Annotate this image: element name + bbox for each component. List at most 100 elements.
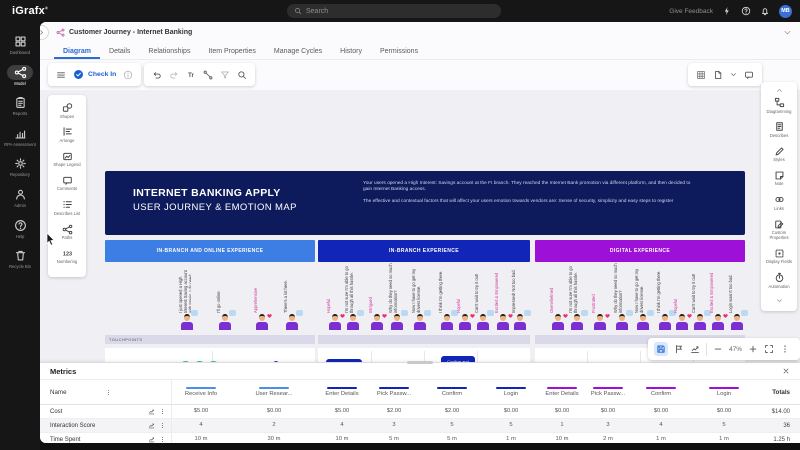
persona-figure[interactable] (658, 310, 676, 331)
filter-icon[interactable] (220, 70, 230, 80)
persona-figure[interactable] (476, 310, 494, 331)
grid-view-icon[interactable] (696, 70, 706, 80)
persona-figure[interactable] (390, 310, 408, 331)
persona-figure[interactable] (570, 310, 588, 331)
persona-figure[interactable] (328, 314, 345, 331)
sidebar-item-recycle-bin[interactable]: Recycle Bin (0, 248, 40, 270)
persona-figure[interactable] (440, 310, 458, 331)
sidebar-item-dashboard[interactable]: Dashboard (0, 34, 40, 56)
zoom-in-icon[interactable] (748, 344, 758, 354)
bell-icon[interactable] (760, 6, 770, 16)
redo-icon[interactable] (169, 70, 179, 80)
avatar[interactable]: MB (779, 4, 792, 18)
kebab-menu-icon[interactable] (159, 436, 166, 443)
diagram-canvas[interactable]: INTERNET BANKING APPLY USER JOURNEY & EM… (40, 90, 800, 428)
persona-figure[interactable] (285, 310, 303, 331)
palette-item-comments[interactable]: Comments (50, 175, 84, 192)
palette-item-custom-properties[interactable]: Custom Properties (762, 219, 796, 241)
persona-figure[interactable] (551, 314, 568, 331)
persona-figure[interactable] (711, 314, 728, 331)
collapse-panel-button[interactable] (40, 25, 49, 40)
palette-item-links[interactable]: Links (762, 194, 796, 211)
info-icon[interactable] (123, 70, 133, 80)
touchpoints-segment[interactable] (318, 335, 530, 344)
palette-item-arrange[interactable]: Arrange (50, 126, 84, 143)
tab-history[interactable]: History (331, 48, 371, 59)
page-setup-icon[interactable] (713, 70, 723, 80)
bolt-icon[interactable] (722, 6, 732, 16)
check-in-icon[interactable] (73, 69, 84, 80)
palette-item-diagramming[interactable]: Diagramming (762, 97, 796, 114)
sidebar-item-reports[interactable]: Reports (0, 95, 40, 117)
persona-figure[interactable] (730, 310, 748, 331)
tab-permissions[interactable]: Permissions (371, 48, 427, 59)
connector-tool-icon[interactable] (203, 70, 213, 80)
palette-item-describes-list[interactable]: Describes List (50, 199, 84, 216)
persona-figure[interactable] (346, 310, 364, 331)
zoom-out-icon[interactable] (713, 344, 723, 354)
band-in-branch-experience[interactable]: IN-BRANCH EXPERIENCE (318, 240, 530, 262)
more-options-icon[interactable] (780, 344, 790, 354)
kebab-menu-icon[interactable] (159, 422, 166, 429)
persona-figure[interactable] (180, 310, 198, 331)
metric-chart-icon[interactable] (148, 436, 155, 443)
persona-figure[interactable] (255, 314, 272, 331)
persona-figure[interactable] (413, 310, 431, 331)
chevron-down-icon[interactable] (730, 71, 737, 78)
metric-chart-icon[interactable] (148, 422, 155, 429)
text-tool-icon[interactable]: Tr (186, 70, 196, 80)
palette-item-shapes[interactable]: Shapes (50, 102, 84, 119)
palette-item-paths[interactable]: Paths (50, 224, 84, 241)
sidebar-item-rpa-assessment[interactable]: RPA Assessment (0, 126, 40, 148)
comment-panel-icon[interactable] (744, 70, 754, 80)
touchpoints-segment[interactable]: TOUCHPOINTS (105, 335, 315, 344)
sidebar-item-admin[interactable]: Admin (0, 187, 40, 209)
palette-item-numbering[interactable]: 123 Numbering (50, 248, 84, 265)
persona-figure[interactable] (693, 310, 711, 331)
fit-screen-icon[interactable] (764, 344, 774, 354)
panel-drag-handle[interactable] (407, 361, 433, 364)
persona-figure[interactable] (370, 314, 387, 331)
check-in-button[interactable]: Check In (88, 71, 116, 78)
metric-chart-icon[interactable] (148, 408, 155, 415)
chart-icon[interactable] (690, 344, 700, 354)
persona-figure[interactable] (496, 314, 513, 331)
tab-diagram[interactable]: Diagram (54, 48, 101, 59)
persona-figure[interactable] (593, 314, 610, 331)
palette-item-display-fields[interactable]: Display Fields (762, 248, 796, 265)
chevron-down-icon[interactable] (775, 297, 784, 304)
persona-figure[interactable] (636, 310, 654, 331)
close-icon[interactable] (782, 367, 790, 375)
palette-item-automation[interactable]: Automation (762, 272, 796, 289)
sidebar-item-model[interactable]: Model (0, 64, 40, 87)
save-icon[interactable] (654, 342, 668, 356)
global-search-input[interactable]: Search (287, 4, 501, 18)
tab-item-properties[interactable]: Item Properties (199, 48, 264, 59)
persona-figure[interactable] (218, 310, 236, 331)
diagram-title-banner[interactable]: INTERNET BANKING APPLY USER JOURNEY & EM… (105, 171, 745, 235)
give-feedback-link[interactable]: Give Feedback (669, 8, 713, 15)
persona-figure[interactable] (675, 314, 692, 331)
search-diagram-icon[interactable] (237, 70, 247, 80)
persona-figure[interactable] (615, 310, 633, 331)
flag-icon[interactable] (674, 344, 684, 354)
palette-item-shape-legend[interactable]: Shape Legend (50, 151, 84, 168)
chevron-down-icon[interactable] (783, 28, 792, 37)
band-in-branch-and-online-experience[interactable]: IN-BRANCH AND ONLINE EXPERIENCE (105, 240, 315, 262)
tab-details[interactable]: Details (100, 48, 139, 59)
sidebar-item-help[interactable]: Help (0, 218, 40, 240)
palette-item-note[interactable]: Note (762, 170, 796, 187)
persona-figure[interactable] (458, 314, 475, 331)
zoom-level[interactable]: 47% (729, 346, 742, 353)
persona-figure[interactable] (513, 310, 531, 331)
palette-item-styles[interactable]: Styles (762, 146, 796, 163)
tab-relationships[interactable]: Relationships (139, 48, 199, 59)
chevron-up-icon[interactable] (775, 87, 784, 94)
menu-icon[interactable] (56, 70, 66, 80)
kebab-menu-icon[interactable] (159, 408, 166, 415)
palette-item-describes[interactable]: Describes (762, 121, 796, 138)
kebab-menu-icon[interactable] (105, 389, 112, 396)
band-digital-experience[interactable]: DIGITAL EXPERIENCE (535, 240, 745, 262)
undo-icon[interactable] (152, 70, 162, 80)
tab-manage-cycles[interactable]: Manage Cycles (265, 48, 331, 59)
